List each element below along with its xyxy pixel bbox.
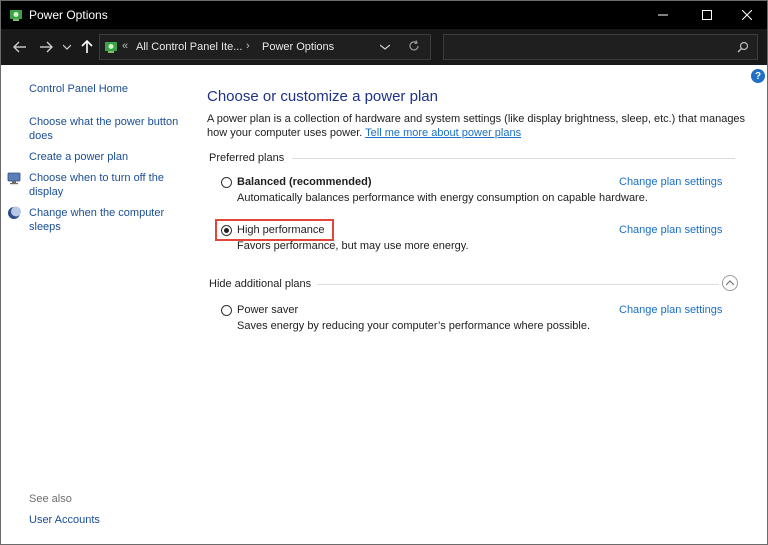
back-button[interactable] — [11, 38, 29, 56]
forward-button[interactable] — [37, 38, 55, 56]
radio-power-saver[interactable] — [221, 305, 232, 316]
radio-balanced[interactable] — [221, 177, 232, 188]
plan-name-power-saver[interactable]: Power saver — [237, 304, 298, 316]
maximize-icon — [702, 10, 712, 20]
breadcrumb-control-panel[interactable]: All Control Panel Ite... — [136, 41, 242, 53]
see-also-label: See also — [29, 493, 72, 505]
minimize-icon — [658, 14, 668, 16]
turn-off-display-link[interactable]: Choose when to turn off the display — [29, 171, 179, 199]
chevron-down-icon — [63, 44, 71, 50]
breadcrumb-power-options[interactable]: Power Options — [262, 41, 334, 53]
preferred-plans-divider — [292, 158, 735, 159]
plan-name-high-performance[interactable]: High performance — [237, 224, 324, 236]
plan-desc-power-saver: Saves energy by reducing your computer’s… — [237, 320, 590, 332]
collapse-plans-button[interactable] — [722, 275, 738, 291]
intro-text: A power plan is a collection of hardware… — [207, 112, 752, 140]
arrow-right-icon — [40, 41, 53, 53]
additional-plans-divider — [317, 284, 719, 285]
power-options-icon — [105, 42, 117, 53]
arrow-left-icon — [13, 41, 26, 53]
search-icon — [737, 41, 749, 53]
change-plan-settings-high-performance[interactable]: Change plan settings — [619, 224, 722, 236]
navigation-bar: « All Control Panel Ite... › Power Optio… — [1, 29, 767, 65]
window-title: Power Options — [29, 8, 108, 22]
chevron-up-icon — [726, 280, 734, 286]
minimize-button[interactable] — [641, 1, 685, 29]
hide-additional-plans-label: Hide additional plans — [209, 278, 312, 290]
left-pane: Control Panel Home Choose what the power… — [1, 65, 191, 544]
recent-locations-button[interactable] — [61, 38, 73, 56]
refresh-button[interactable] — [408, 40, 422, 54]
power-options-window: Power Options « All Control Panel Ite...… — [0, 0, 768, 545]
help-button[interactable]: ? — [751, 69, 765, 83]
preferred-plans-label: Preferred plans — [209, 152, 285, 164]
plan-desc-high-performance: Favors performance, but may use more ene… — [237, 240, 469, 252]
moon-icon — [8, 206, 21, 219]
close-icon — [742, 10, 752, 20]
chevron-down-icon — [379, 44, 391, 50]
maximize-button[interactable] — [685, 1, 729, 29]
up-button[interactable] — [78, 38, 96, 56]
address-bar[interactable]: « All Control Panel Ite... › Power Optio… — [99, 34, 431, 60]
address-overflow-separator: « — [122, 40, 129, 52]
monitor-icon — [7, 172, 21, 185]
search-box[interactable] — [443, 34, 758, 60]
title-bar: Power Options — [1, 1, 767, 29]
page-title: Choose or customize a power plan — [207, 88, 438, 105]
power-button-link[interactable]: Choose what the power button does — [29, 115, 189, 143]
create-power-plan-link[interactable]: Create a power plan — [29, 150, 128, 164]
user-accounts-link[interactable]: User Accounts — [29, 514, 100, 526]
plan-desc-balanced: Automatically balances performance with … — [237, 192, 648, 204]
control-panel-home-link[interactable]: Control Panel Home — [29, 82, 128, 96]
change-plan-settings-power-saver[interactable]: Change plan settings — [619, 304, 722, 316]
breadcrumb-separator[interactable]: › — [246, 40, 250, 52]
tell-me-more-link[interactable]: Tell me more about power plans — [365, 127, 521, 139]
radio-high-performance[interactable] — [221, 225, 232, 236]
refresh-icon — [409, 40, 419, 51]
change-plan-settings-balanced[interactable]: Change plan settings — [619, 176, 722, 188]
plan-name-balanced[interactable]: Balanced (recommended) — [237, 176, 371, 188]
arrow-up-icon — [81, 40, 93, 53]
address-dropdown-button[interactable] — [379, 41, 392, 53]
computer-sleeps-link[interactable]: Change when the computer sleeps — [29, 206, 179, 234]
close-button[interactable] — [725, 1, 768, 29]
power-options-icon — [10, 10, 22, 21]
